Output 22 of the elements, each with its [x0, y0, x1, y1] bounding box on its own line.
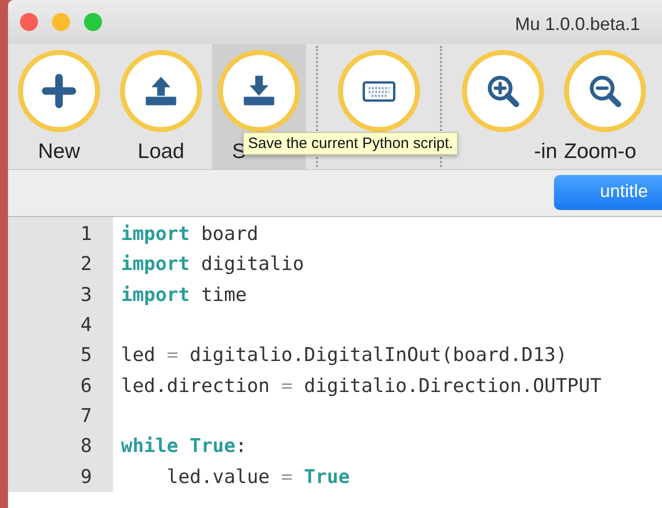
line-number: 4 — [80, 314, 92, 336]
code-line: while True: — [121, 435, 247, 458]
code-line: import board — [121, 223, 258, 246]
tooltip: Save the current Python script. — [243, 132, 458, 155]
line-number: 2 — [80, 253, 92, 276]
zoom-button[interactable] — [84, 13, 102, 31]
line-number: 5 — [80, 344, 92, 366]
minimize-button[interactable] — [52, 13, 70, 31]
line-number: 1 — [80, 223, 92, 246]
code-line: led.direction = digitalio.Direction.OUTPUT — [121, 374, 602, 397]
close-button[interactable] — [20, 13, 38, 31]
line-number: 9 — [80, 466, 92, 488]
code-line: import time — [121, 284, 247, 306]
line-number: 6 — [80, 374, 92, 397]
code-line: import digitalio — [121, 253, 304, 276]
code-line: led = digitalio.DigitalInOut(board.D13) — [121, 344, 568, 366]
line-number: 7 — [80, 404, 92, 427]
line-number: 3 — [80, 284, 92, 306]
plus-icon — [40, 72, 78, 110]
window-title: Mu 1.0.0.beta.1 — [515, 14, 640, 35]
line-number: 8 — [80, 435, 92, 458]
code-line: led.value = True — [166, 466, 350, 488]
